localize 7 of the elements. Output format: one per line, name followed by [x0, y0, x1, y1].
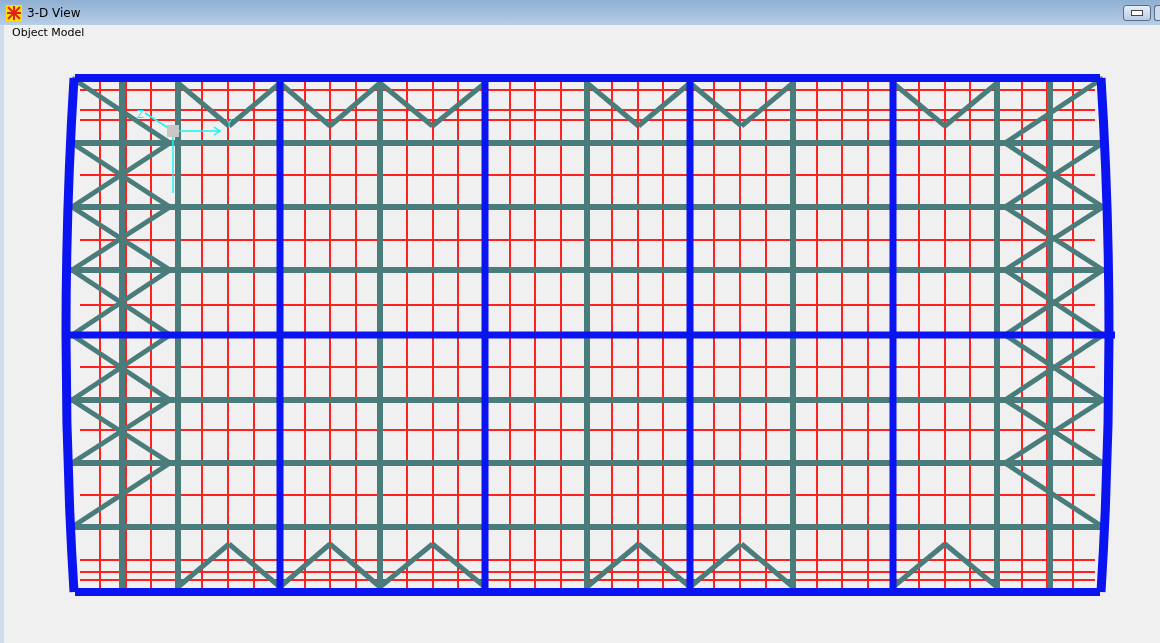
view-label: Object Model — [11, 25, 85, 41]
window-title: 3-D View — [27, 5, 81, 20]
axis-label: Y — [226, 118, 233, 129]
maximize-button[interactable] — [1154, 4, 1160, 21]
app-icon — [6, 4, 22, 21]
minimize-button[interactable] — [1123, 4, 1151, 21]
axis-label: Z — [137, 109, 144, 120]
